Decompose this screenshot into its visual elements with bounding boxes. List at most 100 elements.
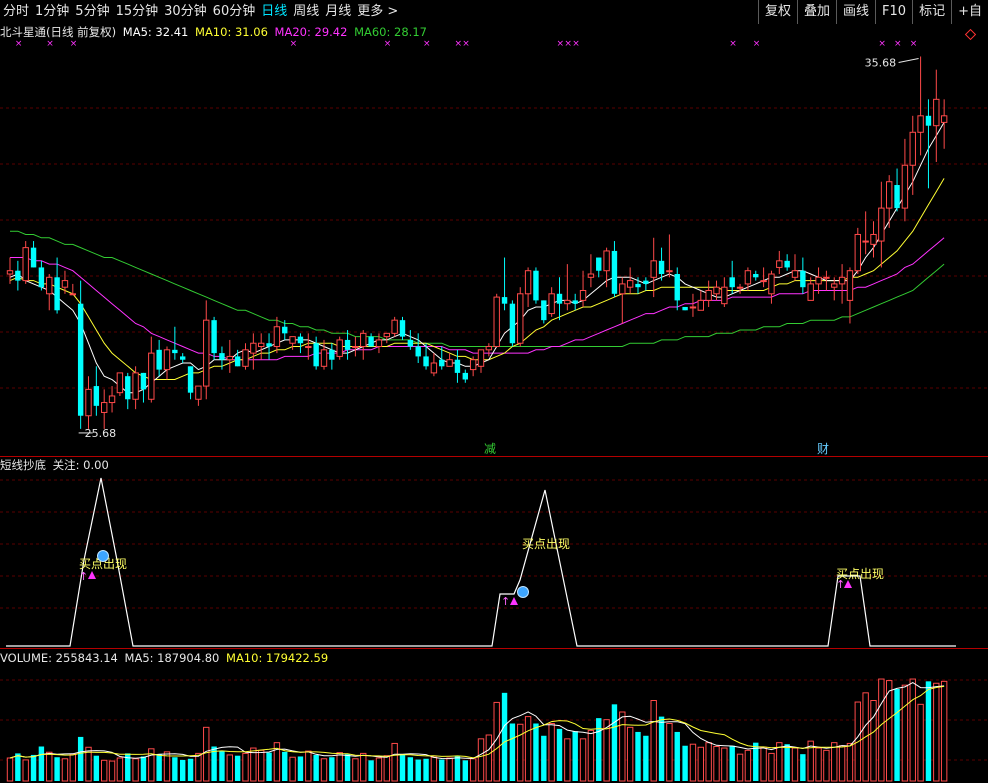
- volume-bar: [658, 716, 665, 781]
- volume-bar: [132, 758, 139, 782]
- ma5-line: [9, 122, 945, 394]
- volume-bar: [870, 700, 877, 782]
- volume-bar: [258, 749, 265, 782]
- candle-body: [101, 402, 108, 413]
- candle-body: [564, 299, 571, 305]
- volume-ma10-line: [9, 685, 945, 759]
- candle-body: [375, 339, 383, 348]
- candle-body: [360, 332, 367, 348]
- candle: [415, 333, 421, 364]
- candle: [541, 300, 547, 324]
- candle-body: [477, 349, 485, 367]
- candle: [524, 267, 532, 307]
- candle: [784, 254, 790, 271]
- candle-body: [548, 293, 555, 315]
- candle-body: [635, 283, 641, 288]
- candle-body: [258, 342, 265, 348]
- candle: [933, 69, 940, 162]
- candle: [85, 376, 92, 429]
- x-marker: ×: [729, 39, 737, 49]
- candle: [125, 372, 131, 410]
- focus-arrow-3: ↑: [836, 578, 845, 591]
- candle-body: [917, 115, 924, 133]
- candle: [320, 339, 328, 370]
- volume-bar: [643, 735, 649, 781]
- candle-body: [93, 386, 100, 406]
- candle: [493, 293, 500, 348]
- candle: [815, 267, 822, 294]
- candle-body: [219, 353, 225, 360]
- candle: [54, 257, 60, 314]
- candle-body: [823, 276, 830, 279]
- candle-body: [77, 303, 84, 416]
- candle: [258, 333, 265, 360]
- candle: [587, 254, 595, 288]
- volume-bar: [925, 681, 932, 781]
- candle-body: [163, 349, 171, 371]
- candle-body: [297, 336, 304, 344]
- volume-bar: [611, 704, 618, 781]
- candle-body: [925, 115, 932, 126]
- candle-body: [940, 115, 948, 123]
- x-marker: ×: [423, 39, 431, 49]
- candle: [148, 336, 155, 403]
- x-marker: ×: [894, 39, 902, 49]
- volume-bar: [846, 742, 854, 782]
- high-arrow: [898, 57, 919, 63]
- candle: [705, 280, 712, 307]
- candle-body: [415, 346, 421, 357]
- candle: [901, 138, 909, 222]
- candle: [266, 333, 272, 360]
- candle-body: [815, 276, 822, 285]
- volume-bars: [6, 678, 948, 782]
- candle: [391, 316, 398, 337]
- candle: [77, 280, 84, 429]
- x-marker: ×: [878, 39, 886, 49]
- candle-body: [140, 372, 147, 390]
- candle: [501, 257, 508, 311]
- volume-bar: [886, 680, 893, 782]
- candle: [791, 254, 799, 281]
- chart-canvas[interactable]: 35.68 25.68 减 财 买点出现 ↑ 买点出现 ↑ 买点出现 ↑ × × ×…: [0, 0, 988, 783]
- candle-body: [305, 346, 312, 349]
- candle-body: [736, 286, 744, 289]
- candle-body: [619, 283, 626, 295]
- candle-body: [344, 339, 351, 350]
- candle-body: [697, 299, 704, 311]
- volume-bar: [46, 751, 53, 782]
- volume-bar: [784, 744, 790, 781]
- candle-body: [760, 280, 767, 283]
- candle: [603, 247, 610, 288]
- volume-bar: [423, 758, 429, 781]
- volume-bar: [407, 757, 414, 781]
- volume-bar: [689, 743, 697, 782]
- bubble-icon: [517, 586, 529, 598]
- volume-bar: [313, 754, 319, 781]
- candle: [925, 99, 932, 189]
- candle-body: [611, 250, 618, 294]
- candle-body: [242, 349, 249, 367]
- candle: [242, 343, 249, 370]
- candle-body: [313, 343, 319, 367]
- candle: [180, 353, 186, 364]
- candle-body: [807, 283, 814, 301]
- volume-bar: [77, 736, 84, 781]
- candle: [643, 277, 649, 291]
- volume-bar: [289, 756, 296, 782]
- candle: [682, 306, 688, 311]
- candle: [658, 247, 665, 281]
- volume-bar: [831, 742, 838, 782]
- candle-body: [15, 270, 21, 281]
- candle-body: [768, 273, 775, 295]
- candle-body: [784, 260, 790, 268]
- volume-bar: [180, 759, 186, 781]
- candle-body: [368, 336, 374, 347]
- volume-bar: [878, 678, 885, 782]
- candle-body: [234, 356, 241, 367]
- candle: [838, 264, 846, 304]
- volume-bar: [933, 682, 940, 782]
- volume-bar: [156, 754, 162, 781]
- candle-body: [493, 296, 500, 348]
- candle: [736, 283, 744, 294]
- candle-body: [587, 273, 595, 278]
